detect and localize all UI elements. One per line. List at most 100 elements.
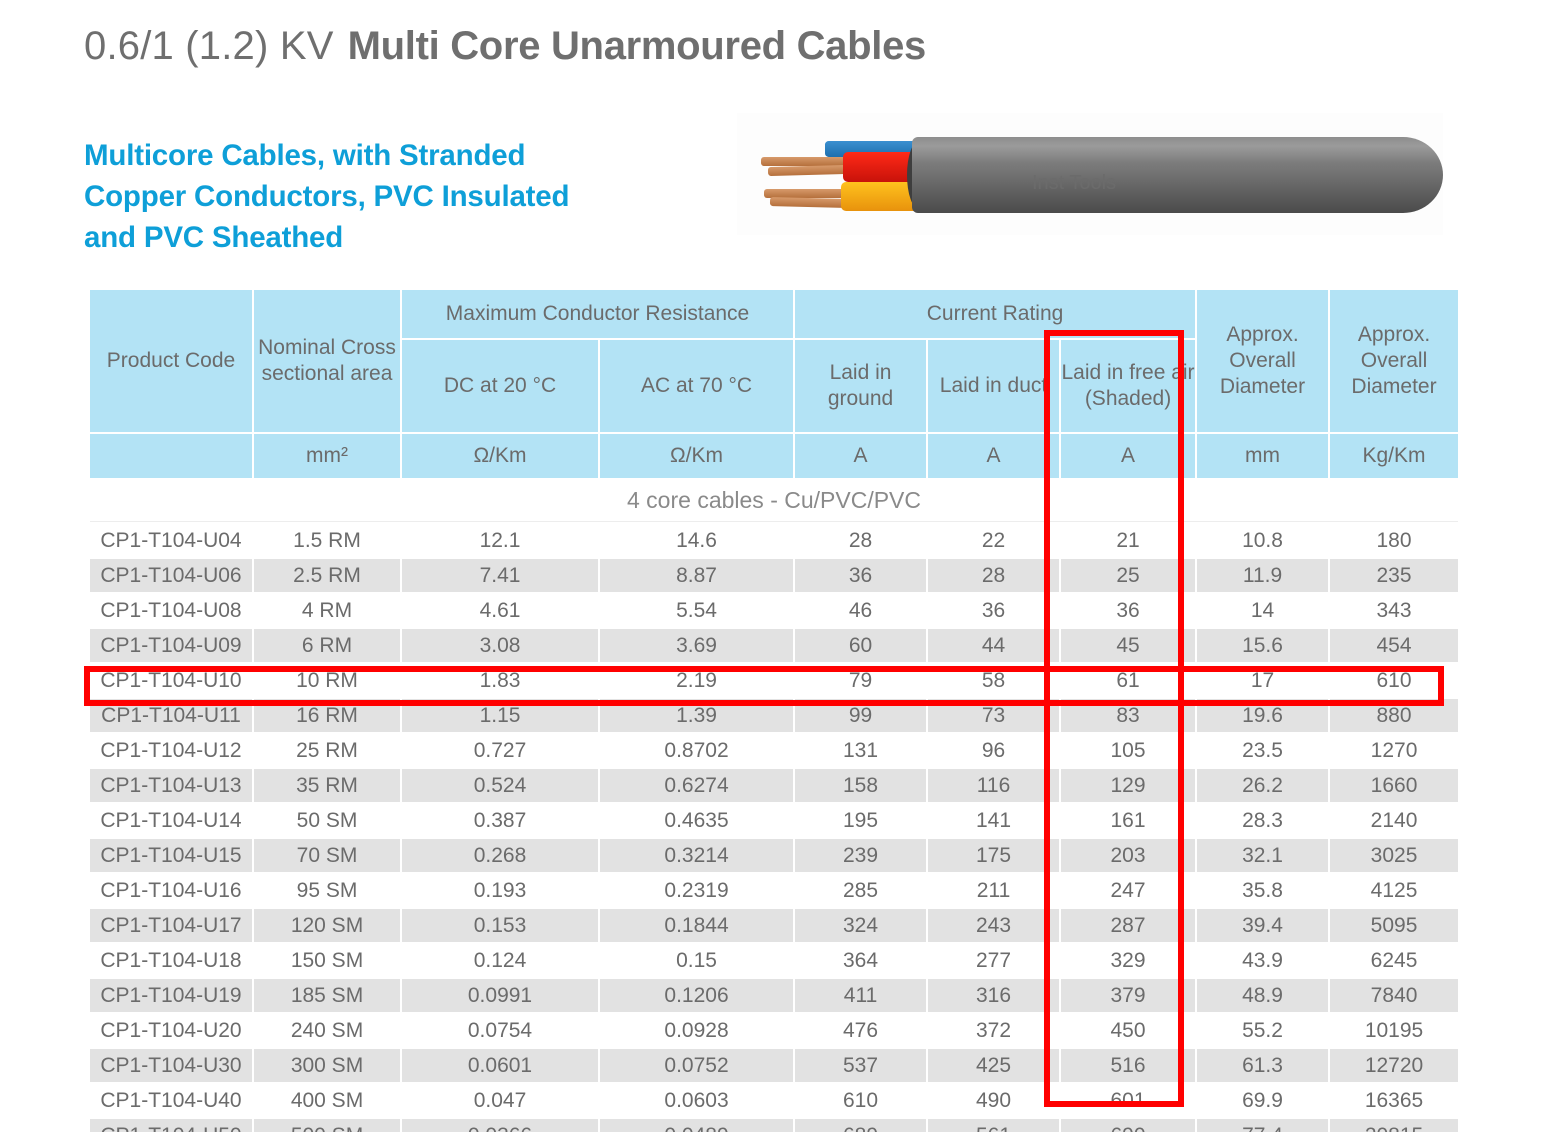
cell-nominal-area: 4 RM — [254, 594, 400, 627]
cell-laid-in-ground: 476 — [795, 1014, 927, 1047]
cell-product-code: CP1-T104-U17 — [90, 909, 252, 942]
cell-ac-resistance: 2.19 — [600, 664, 794, 697]
cell-nominal-area: 400 SM — [254, 1084, 400, 1117]
cell-dc-resistance: 1.15 — [402, 699, 598, 732]
table-row: CP1-T104-U20 240 SM 0.0754 0.0928 476 372 450 5… — [90, 1014, 1459, 1047]
header-row-units: mm² Ω/Km Ω/Km A A A mm Kg/Km — [90, 434, 1459, 478]
cell-ac-resistance: 8.87 — [600, 559, 794, 592]
cell-laid-in-free-air: 45 — [1061, 629, 1196, 662]
cell-overall-weight: 2140 — [1330, 804, 1459, 837]
cell-laid-in-duct: 175 — [928, 839, 1060, 872]
cell-nominal-area: 25 RM — [254, 734, 400, 767]
cell-laid-in-duct: 372 — [928, 1014, 1060, 1047]
cell-ac-resistance: 0.3214 — [600, 839, 794, 872]
unit-blank — [90, 434, 252, 478]
unit-ground: A — [795, 434, 927, 478]
cell-laid-in-free-air: 379 — [1061, 979, 1196, 1012]
spec-table-container: Product Code Nominal Cross sectional are… — [88, 288, 1459, 1132]
cell-product-code: CP1-T104-U18 — [90, 944, 252, 977]
cell-nominal-area: 50 SM — [254, 804, 400, 837]
cell-ac-resistance: 0.4635 — [600, 804, 794, 837]
subtitle-line-1: Multicore Cables, with Stranded — [84, 139, 526, 172]
cell-laid-in-duct: 22 — [928, 524, 1060, 557]
cell-product-code: CP1-T104-U04 — [90, 524, 252, 557]
cell-laid-in-duct: 490 — [928, 1084, 1060, 1117]
table-row: CP1-T104-U15 70 SM 0.268 0.3214 239 175 203 32.… — [90, 839, 1459, 872]
cell-product-code: CP1-T104-U50 — [90, 1119, 252, 1132]
cell-laid-in-free-air: 247 — [1061, 874, 1196, 907]
cell-laid-in-free-air: 83 — [1061, 699, 1196, 732]
cell-overall-diameter: 14 — [1197, 594, 1329, 627]
table-row: CP1-T104-U18 150 SM 0.124 0.15 364 277 329 43.9… — [90, 944, 1459, 977]
cell-laid-in-ground: 46 — [795, 594, 927, 627]
cell-overall-weight: 610 — [1330, 664, 1459, 697]
cell-nominal-area: 300 SM — [254, 1049, 400, 1082]
cell-nominal-area: 10 RM — [254, 664, 400, 697]
cell-product-code: CP1-T104-U19 — [90, 979, 252, 1012]
cell-dc-resistance: 4.61 — [402, 594, 598, 627]
cell-ac-resistance: 0.15 — [600, 944, 794, 977]
cell-laid-in-free-air: 25 — [1061, 559, 1196, 592]
cell-product-code: CP1-T104-U15 — [90, 839, 252, 872]
cell-laid-in-ground: 411 — [795, 979, 927, 1012]
cell-overall-weight: 10195 — [1330, 1014, 1459, 1047]
header-row-1: Product Code Nominal Cross sectional are… — [90, 290, 1459, 432]
cell-dc-resistance: 0.0601 — [402, 1049, 598, 1082]
cell-product-code: CP1-T104-U14 — [90, 804, 252, 837]
cell-overall-weight: 343 — [1330, 594, 1459, 627]
watermark: Inst Tools — [1032, 172, 1117, 194]
cell-dc-resistance: 0.0754 — [402, 1014, 598, 1047]
table-row: CP1-T104-U08 4 RM 4.61 5.54 46 36 36 14 343 — [90, 594, 1459, 627]
cell-ac-resistance: 0.2319 — [600, 874, 794, 907]
cell-overall-weight: 5095 — [1330, 909, 1459, 942]
cell-laid-in-ground: 324 — [795, 909, 927, 942]
cell-laid-in-ground: 364 — [795, 944, 927, 977]
copper-strand-icon — [767, 164, 849, 177]
cell-overall-weight: 454 — [1330, 629, 1459, 662]
cell-laid-in-ground: 610 — [795, 1084, 927, 1117]
cell-overall-diameter: 26.2 — [1197, 769, 1329, 802]
cell-laid-in-ground: 79 — [795, 664, 927, 697]
cell-dc-resistance: 0.0366 — [402, 1119, 598, 1132]
cell-overall-weight: 1270 — [1330, 734, 1459, 767]
cell-laid-in-ground: 99 — [795, 699, 927, 732]
cell-overall-diameter: 10.8 — [1197, 524, 1329, 557]
cell-laid-in-free-air: 203 — [1061, 839, 1196, 872]
cell-overall-weight: 180 — [1330, 524, 1459, 557]
cell-laid-in-free-air: 450 — [1061, 1014, 1196, 1047]
cell-product-code: CP1-T104-U11 — [90, 699, 252, 732]
cell-nominal-area: 6 RM — [254, 629, 400, 662]
cell-product-code: CP1-T104-U40 — [90, 1084, 252, 1117]
cell-dc-resistance: 0.047 — [402, 1084, 598, 1117]
table-row: CP1-T104-U09 6 RM 3.08 3.69 60 44 45 15.6 454 — [90, 629, 1459, 662]
datasheet-page: 0.6/1 (1.2) KV Multi Core Unarmoured Cabl… — [0, 0, 1542, 1132]
cell-nominal-area: 95 SM — [254, 874, 400, 907]
cell-overall-diameter: 61.3 — [1197, 1049, 1329, 1082]
cell-dc-resistance: 0.524 — [402, 769, 598, 802]
col-header-max-resistance: Maximum Conductor Resistance — [402, 290, 794, 338]
cell-laid-in-free-air: 601 — [1061, 1084, 1196, 1117]
cell-overall-diameter: 48.9 — [1197, 979, 1329, 1012]
table-row: CP1-T104-U16 95 SM 0.193 0.2319 285 211 247 35.… — [90, 874, 1459, 907]
table-row: CP1-T104-U10 10 RM 1.83 2.19 79 58 61 17 610 — [90, 664, 1459, 697]
cell-laid-in-duct: 211 — [928, 874, 1060, 907]
cell-product-code: CP1-T104-U20 — [90, 1014, 252, 1047]
table-row: CP1-T104-U04 1.5 RM 12.1 14.6 28 22 21 10.8 180 — [90, 524, 1459, 557]
col-header-nominal-area: Nominal Cross sectional area — [254, 290, 400, 432]
unit-dc: Ω/Km — [402, 434, 598, 478]
cell-nominal-area: 150 SM — [254, 944, 400, 977]
cell-nominal-area: 120 SM — [254, 909, 400, 942]
cell-ac-resistance: 0.0489 — [600, 1119, 794, 1132]
cell-laid-in-ground: 158 — [795, 769, 927, 802]
cell-nominal-area: 1.5 RM — [254, 524, 400, 557]
cell-laid-in-duct: 243 — [928, 909, 1060, 942]
table-row: CP1-T104-U13 35 RM 0.524 0.6274 158 116 129 26.… — [90, 769, 1459, 802]
cell-product-code: CP1-T104-U06 — [90, 559, 252, 592]
unit-diameter: mm — [1197, 434, 1329, 478]
unit-free-air: A — [1061, 434, 1196, 478]
page-subtitle: Multicore Cables, with Stranded Copper C… — [84, 135, 724, 258]
cell-laid-in-ground: 537 — [795, 1049, 927, 1082]
cell-ac-resistance: 3.69 — [600, 629, 794, 662]
col-header-laid-in-duct: Laid in duct — [928, 340, 1060, 432]
cell-dc-resistance: 0.0991 — [402, 979, 598, 1012]
